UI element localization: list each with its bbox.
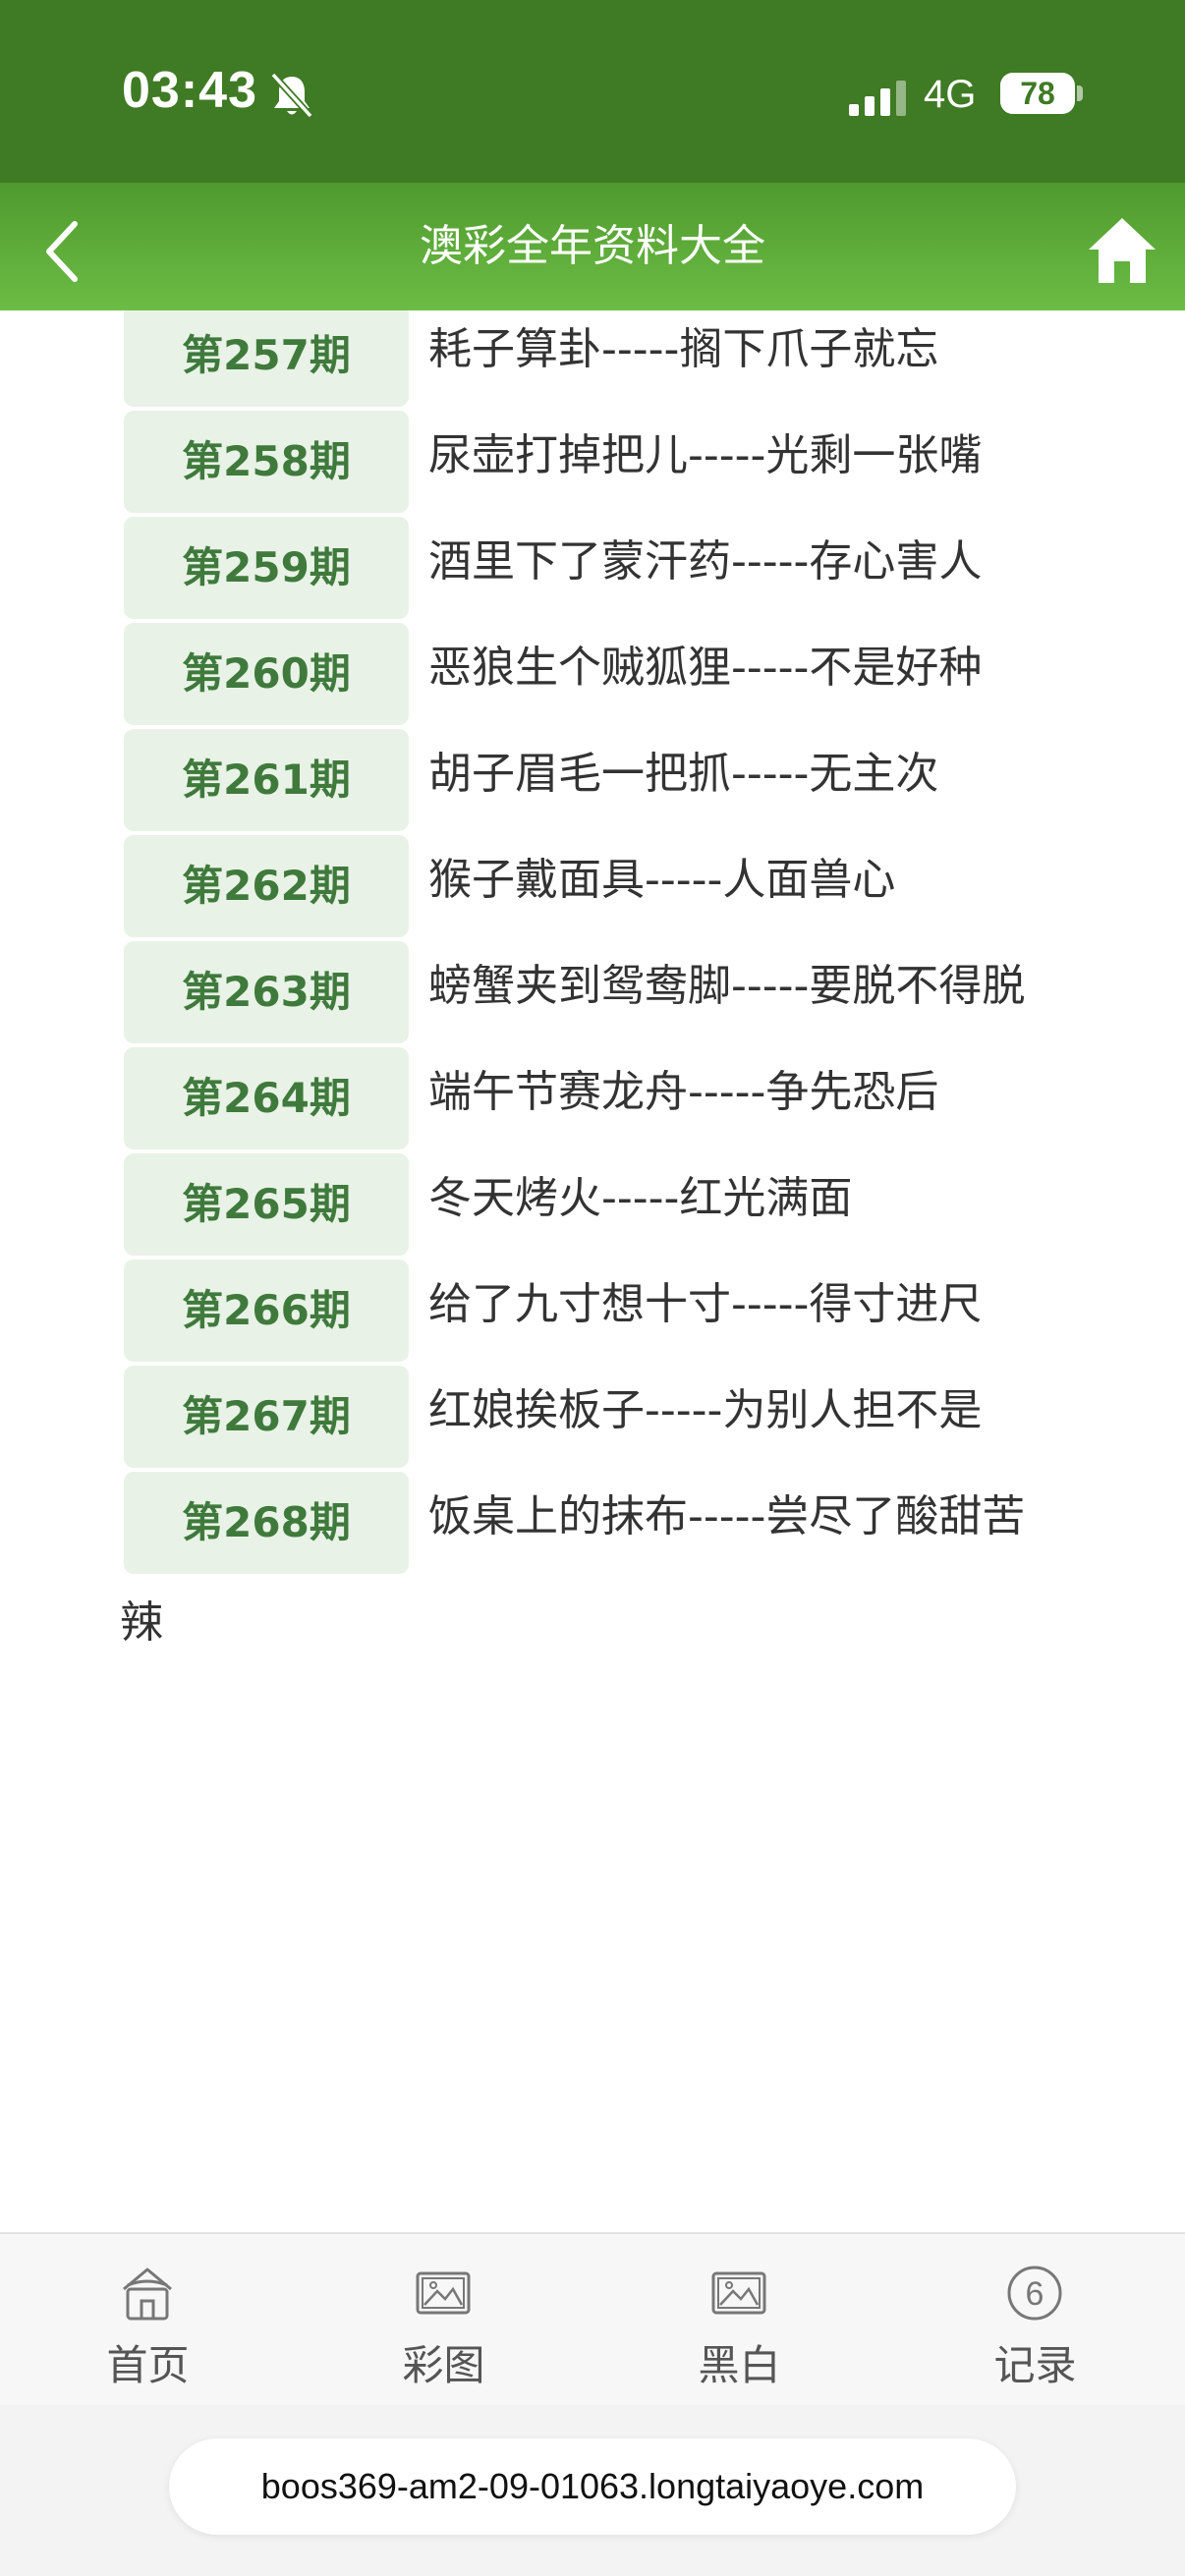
entry-list: 第257期 耗子算卦-----搁下爪子就忘 第258期 尿壶打掉把儿-----光剩一张… [120,310,1053,1672]
issue-badge[interactable]: 第265期 [124,1153,409,1256]
entry-text: 端午节赛龙舟-----争先恐后 [428,1067,939,1117]
tab-black-white-label: 黑白 [698,2341,781,2389]
list-item: 第268期 饭桌上的抹布-----尝尽了酸甜苦辣 [120,1468,1053,1672]
battery-indicator: 78 [1000,73,1075,114]
issue-badge[interactable]: 第261期 [124,729,409,831]
issue-badge[interactable]: 第257期 [124,310,409,407]
entry-text: 胡子眉毛一把抓-----无主次 [428,749,939,799]
list-item: 第267期 红娘挨板子-----为别人担不是 [120,1362,1053,1468]
list-item: 第264期 端午节赛龙舟-----争先恐后 [120,1043,1053,1149]
list-item: 第265期 冬天烤火-----红光满面 [120,1149,1053,1256]
picture-icon [711,2271,766,2315]
entry-text: 红娘挨板子-----为别人担不是 [428,1385,983,1435]
network-type: 4G [924,73,977,116]
cellular-signal-icon [849,81,906,116]
tab-bar: 首页 彩图 黑白 6 记录 [0,2232,1185,2405]
back-chevron-icon[interactable] [39,216,86,287]
entry-text: 恶狼生个贼狐狸-----不是好种 [428,643,983,693]
issue-badge[interactable]: 第262期 [124,835,409,937]
number-six-icon: 6 [1007,2266,1062,2321]
list-item: 第258期 尿壶打掉把儿-----光剩一张嘴 [120,407,1053,513]
list-item: 第263期 螃蟹夹到鸳鸯脚-----要脱不得脱 [120,937,1053,1043]
issue-badge[interactable]: 第258期 [124,411,409,513]
issue-badge[interactable]: 第264期 [124,1047,409,1149]
status-time: 03:43 [122,62,257,119]
bell-muted-icon [270,72,313,119]
record-badge-number: 6 [1026,2275,1044,2313]
entry-text: 螃蟹夹到鸳鸯脚-----要脱不得脱 [428,961,1026,1011]
issue-badge[interactable]: 第266期 [124,1260,409,1362]
list-item: 第260期 恶狼生个贼狐狸-----不是好种 [120,619,1053,725]
entry-text: 给了九寸想十寸-----得寸进尺 [428,1279,983,1329]
tab-color-pictures-label: 彩图 [402,2341,485,2389]
list-item: 第257期 耗子算卦-----搁下爪子就忘 [120,310,1053,407]
list-item: 第261期 胡子眉毛一把抓-----无主次 [120,725,1053,831]
issue-badge[interactable]: 第267期 [124,1366,409,1468]
tab-home-label: 首页 [106,2341,190,2389]
entry-text: 尿壶打掉把儿-----光剩一张嘴 [428,430,983,480]
home-icon[interactable] [1087,216,1157,285]
picture-icon [416,2271,471,2315]
url-bar[interactable]: boos369-am2-09-01063.longtaiyaoye.com [169,2438,1016,2535]
list-item: 第266期 给了九寸想十寸-----得寸进尺 [120,1256,1053,1362]
tab-home[interactable]: 首页 [0,2234,296,2407]
entry-text: 猴子戴面具-----人面兽心 [428,855,896,905]
issue-badge[interactable]: 第260期 [124,623,409,725]
issue-badge[interactable]: 第263期 [124,941,409,1043]
nav-bar [0,183,1185,310]
entry-text: 耗子算卦-----搁下爪子就忘 [428,324,939,374]
tab-records[interactable]: 6 记录 [887,2234,1183,2407]
entry-text: 冬天烤火-----红光满面 [428,1173,853,1223]
tab-black-white[interactable]: 黑白 [592,2234,887,2407]
tab-color-pictures[interactable]: 彩图 [296,2234,592,2407]
issue-badge[interactable]: 第259期 [124,517,409,619]
battery-percent: 78 [1020,76,1055,111]
browser-url-area: boos369-am2-09-01063.longtaiyaoye.com [0,2405,1185,2576]
list-item: 第259期 酒里下了蒙汗药-----存心害人 [120,513,1053,619]
entry-text: 酒里下了蒙汗药-----存心害人 [428,536,983,587]
tab-records-label: 记录 [993,2341,1077,2389]
home-outline-icon [123,2268,172,2321]
list-item: 第262期 猴子戴面具-----人面兽心 [120,831,1053,937]
issue-badge[interactable]: 第268期 [124,1472,409,1574]
battery-tip [1077,85,1083,101]
url-text: boos369-am2-09-01063.longtaiyaoye.com [260,2466,925,2506]
content-area[interactable]: 第257期 耗子算卦-----搁下爪子就忘 第258期 尿壶打掉把儿-----光剩一张… [0,310,1185,2232]
